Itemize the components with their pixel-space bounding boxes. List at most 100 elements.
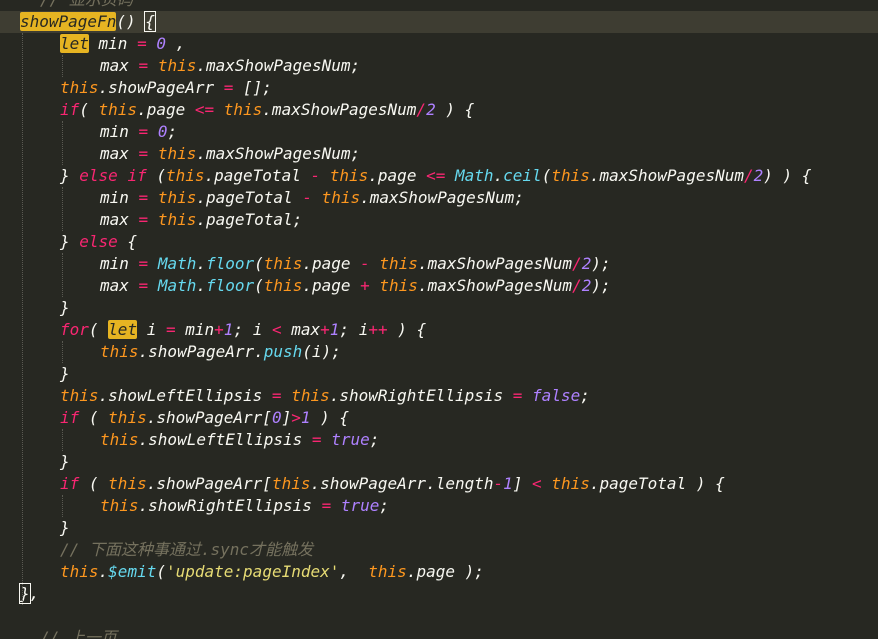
code-text: } (60, 166, 80, 185)
code-text: .page (368, 166, 427, 185)
code-text: .maxShowPagesNum (262, 100, 417, 119)
code-line[interactable]: max = this.maxShowPagesNum; (0, 143, 360, 165)
code-line[interactable]: max = Math.floor(this.page + this.maxSho… (0, 275, 611, 297)
code-this-keyword: this (100, 430, 139, 449)
code-text: ; i (339, 320, 369, 339)
code-editor[interactable]: // 显示页码showPageFn() {let min = 0 ,max = … (0, 0, 878, 639)
code-identifier: Math (157, 254, 197, 273)
code-text: .pageTotal (196, 188, 303, 207)
code-text: ) ) { (763, 166, 812, 185)
code-line-current[interactable]: showPageFn() { (0, 11, 878, 33)
code-this-keyword: this (108, 408, 147, 427)
code-line[interactable]: min = Math.floor(this.page - this.maxSho… (0, 253, 611, 275)
code-this-keyword: this (291, 386, 330, 405)
code-line[interactable] (0, 605, 20, 627)
code-text: .showRightEllipsis (138, 496, 322, 515)
code-text: .maxShowPagesNum; (196, 144, 361, 163)
code-text: ) { (387, 320, 427, 339)
indent-guide (62, 187, 63, 231)
code-line[interactable]: max = this.pageTotal; (0, 209, 302, 231)
code-comment: // 下面这种事通过.sync才能触发 (60, 540, 314, 559)
code-text: .maxShowPagesNum; (196, 56, 361, 75)
code-text: ; (167, 122, 178, 141)
code-line[interactable]: this.showLeftEllipsis = this.showRightEl… (0, 385, 590, 407)
code-line[interactable]: min = this.pageTotal - this.maxShowPages… (0, 187, 524, 209)
code-text: max (100, 144, 139, 163)
code-literal: 2 (581, 276, 592, 295)
code-text: ( (79, 474, 109, 493)
code-line[interactable]: } (0, 517, 70, 539)
code-operator: / (572, 254, 582, 273)
code-line[interactable]: // 下面这种事通过.sync才能触发 (0, 539, 313, 561)
code-text: .page ); (406, 562, 484, 581)
code-literal: 2 (581, 254, 592, 273)
code-text: min (100, 122, 139, 141)
code-literal: 0 (156, 34, 166, 53)
code-operator: < (271, 320, 282, 339)
code-line[interactable]: } (0, 451, 70, 473)
code-line[interactable]: // 上一页 (0, 627, 117, 639)
code-this-keyword: this (100, 342, 139, 361)
code-text: () (116, 12, 146, 31)
code-operator: = (512, 386, 523, 405)
code-line[interactable]: let min = 0 , (0, 33, 185, 55)
indent-guide (62, 341, 63, 363)
code-line[interactable]: if ( this.showPageArr[0]>1 ) { (0, 407, 349, 429)
code-line[interactable]: this.showPageArr = []; (0, 77, 272, 99)
code-literal: true (340, 496, 380, 515)
code-operator: = (137, 34, 147, 53)
code-text: ) { (435, 100, 475, 119)
code-operator: - (310, 166, 321, 185)
code-line[interactable]: } (0, 363, 70, 385)
code-line[interactable]: } else { (0, 231, 137, 253)
code-text: ( (79, 408, 109, 427)
code-operator: = (223, 78, 234, 97)
code-this-keyword: this (368, 562, 407, 581)
code-line[interactable]: if ( this.showPageArr[this.showPageArr.l… (0, 473, 725, 495)
code-keyword: if (60, 474, 80, 493)
code-this-keyword: this (60, 386, 99, 405)
code-this-keyword: this (165, 166, 205, 185)
code-line[interactable]: this.showPageArr.push(i); (0, 341, 341, 363)
code-keyword: if (60, 100, 80, 119)
code-operator: = (321, 496, 332, 515)
code-this-keyword: this (157, 144, 197, 163)
code-operator: = (165, 320, 176, 339)
code-line[interactable]: min = 0; (0, 121, 177, 143)
code-identifier: Math (454, 166, 494, 185)
code-line[interactable]: } (0, 297, 70, 319)
code-text: .page (302, 254, 361, 273)
code-line[interactable]: this.showLeftEllipsis = true; (0, 429, 379, 451)
indent-guide (62, 429, 63, 451)
code-text: ] (512, 474, 533, 493)
code-text: .showPageArr (98, 78, 224, 97)
code-this-keyword: this (98, 100, 138, 119)
code-text: } (60, 298, 70, 317)
code-literal: 1 (300, 408, 311, 427)
code-line[interactable]: } else if (this.pageTotal - this.page <=… (0, 165, 811, 187)
code-text: ( (79, 100, 99, 119)
code-text: .showLeftEllipsis (98, 386, 272, 405)
code-line[interactable]: if( this.page <= this.maxShowPagesNum/2 … (0, 99, 474, 121)
code-text: , (29, 584, 40, 603)
code-operator: - (493, 474, 504, 493)
code-line[interactable]: for( let i = min+1; i < max+1; i++ ) { (0, 319, 426, 341)
code-operator: = (311, 430, 322, 449)
code-line[interactable]: max = this.maxShowPagesNum; (0, 55, 360, 77)
code-line[interactable]: // 显示页码 (0, 0, 133, 11)
code-line[interactable]: this.showRightEllipsis = true; (0, 495, 389, 517)
code-line[interactable]: }, (0, 583, 39, 605)
code-operator: <= (194, 100, 215, 119)
code-text: .page (302, 276, 361, 295)
code-line[interactable]: this.$emit('update:pageIndex', this.page… (0, 561, 484, 583)
code-text: ; (369, 430, 380, 449)
search-match: let (60, 34, 89, 53)
